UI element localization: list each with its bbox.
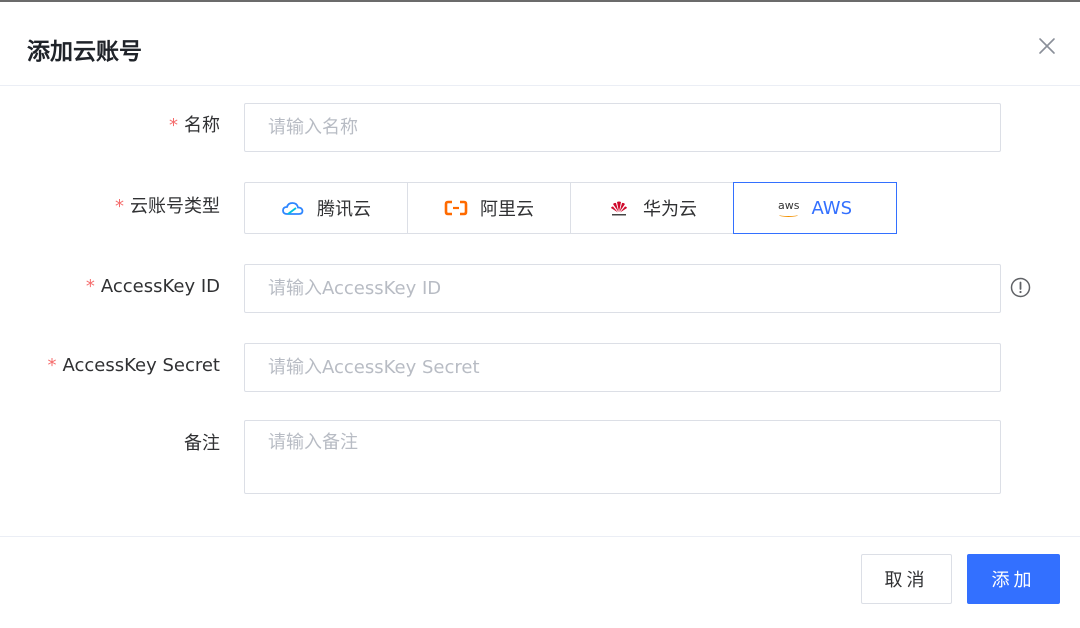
radio-label: AWS [811, 197, 853, 219]
required-mark: * [169, 115, 178, 136]
remark-label: 备注 [184, 433, 220, 454]
aws-icon: aws [777, 199, 800, 217]
huawei-cloud-icon [607, 198, 631, 218]
radio-tencent-cloud[interactable]: 腾讯云 [244, 182, 408, 234]
info-icon[interactable] [1010, 277, 1031, 298]
dialog-header: 添加云账号 [0, 2, 1080, 86]
cloud-type-radio-group: 腾讯云 阿里云 华为云 aws AWS [244, 182, 897, 234]
radio-aliyun[interactable]: 阿里云 [407, 182, 571, 234]
required-mark: * [85, 276, 95, 297]
access-key-secret-label: * AccessKey Secret [47, 355, 220, 376]
cloud-type-label: * 云账号类型 [115, 196, 220, 217]
access-key-id-label: * AccessKey ID [85, 276, 220, 297]
dialog-title: 添加云账号 [27, 39, 142, 65]
name-input[interactable] [244, 103, 1001, 152]
access-key-id-input[interactable] [244, 264, 1001, 313]
remark-textarea[interactable] [244, 420, 1001, 494]
add-button[interactable]: 添加 [967, 554, 1060, 604]
cancel-button[interactable]: 取消 [861, 554, 952, 604]
required-mark: * [47, 355, 57, 376]
access-key-secret-input[interactable] [244, 343, 1001, 392]
radio-aws[interactable]: aws AWS [733, 182, 897, 234]
radio-huawei-cloud[interactable]: 华为云 [570, 182, 734, 234]
tencent-cloud-icon [281, 198, 305, 218]
radio-label: 华为云 [643, 199, 697, 220]
name-label: * 名称 [169, 115, 220, 136]
aliyun-icon [444, 198, 468, 218]
radio-label: 阿里云 [480, 199, 534, 220]
radio-label: 腾讯云 [317, 199, 371, 220]
required-mark: * [115, 196, 124, 217]
close-icon[interactable] [1036, 35, 1058, 57]
